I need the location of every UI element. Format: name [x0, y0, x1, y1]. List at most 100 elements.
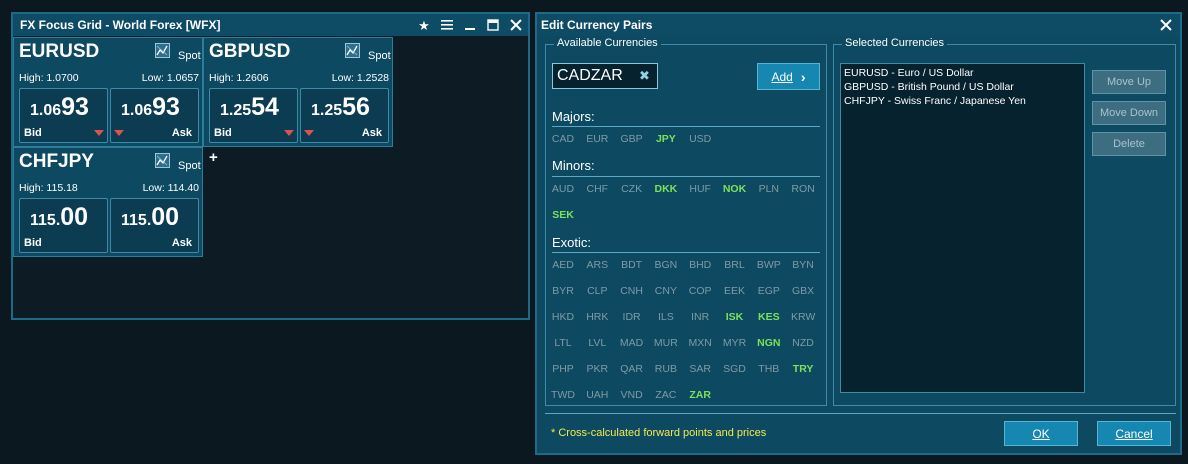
currency-bdt[interactable]: BDT: [615, 259, 649, 271]
currency-uah[interactable]: UAH: [580, 389, 614, 401]
currency-php[interactable]: PHP: [546, 363, 580, 375]
currency-hkd[interactable]: HKD: [546, 311, 580, 323]
currency-byr[interactable]: BYR: [546, 285, 580, 297]
currency-pkr[interactable]: PKR: [580, 363, 614, 375]
ok-button[interactable]: OK: [1004, 421, 1078, 446]
currency-ron[interactable]: RON: [786, 183, 820, 195]
ask-price-button[interactable]: 1.0693 Ask: [110, 88, 199, 143]
close-icon[interactable]: [508, 17, 524, 33]
move-up-button[interactable]: Move Up: [1092, 70, 1166, 94]
ask-price-button[interactable]: 115.00 Ask: [110, 198, 199, 253]
currency-kes[interactable]: KES: [752, 311, 786, 323]
bid-price-button[interactable]: 1.2554 Bid: [209, 88, 298, 143]
currency-cny[interactable]: CNY: [649, 285, 683, 297]
rate-tile-eurusd[interactable]: EURUSD Spot High: 1.0700 Low: 1.0657 1.0…: [13, 37, 203, 147]
currency-lvl[interactable]: LVL: [580, 337, 614, 349]
category-divider: [552, 176, 820, 177]
currency-bgn[interactable]: BGN: [649, 259, 683, 271]
ask-label: Ask: [361, 127, 382, 139]
currency-try[interactable]: TRY: [786, 363, 820, 375]
currency-zac[interactable]: ZAC: [649, 389, 683, 401]
currency-mxn[interactable]: MXN: [683, 337, 717, 349]
currency-gbx[interactable]: GBX: [786, 285, 820, 297]
currency-ars[interactable]: ARS: [580, 259, 614, 271]
currency-myr[interactable]: MYR: [718, 337, 752, 349]
fx-window-titlebar[interactable]: FX Focus Grid - World Forex [WFX] ★: [13, 14, 528, 36]
delete-button[interactable]: Delete: [1092, 132, 1166, 156]
currency-rub[interactable]: RUB: [649, 363, 683, 375]
rate-tile-chfjpy[interactable]: CHFJPY Spot High: 115.18 Low: 114.40 115…: [13, 147, 203, 257]
tile-spot-label: Spot: [178, 50, 201, 62]
currency-dkk[interactable]: DKK: [649, 183, 683, 195]
currency-bwp[interactable]: BWP: [752, 259, 786, 271]
dialog-title: Edit Currency Pairs: [541, 18, 653, 32]
currency-twd[interactable]: TWD: [546, 389, 580, 401]
currency-brl[interactable]: BRL: [718, 259, 752, 271]
currency-gbp[interactable]: GBP: [615, 133, 649, 145]
currency-qar[interactable]: QAR: [615, 363, 649, 375]
currency-aud[interactable]: AUD: [546, 183, 580, 195]
close-icon[interactable]: [1160, 16, 1172, 35]
currency-huf[interactable]: HUF: [683, 183, 717, 195]
currency-sgd[interactable]: SGD: [718, 363, 752, 375]
currency-egp[interactable]: EGP: [752, 285, 786, 297]
tile-low: Low: 114.40: [142, 182, 199, 194]
currency-usd[interactable]: USD: [683, 133, 717, 145]
currency-ils[interactable]: ILS: [649, 311, 683, 323]
list-item[interactable]: EURUSD - Euro / US Dollar: [844, 66, 1081, 80]
currency-clp[interactable]: CLP: [580, 285, 614, 297]
currency-idr[interactable]: IDR: [615, 311, 649, 323]
down-tick-icon: [94, 130, 104, 136]
add-tile-button[interactable]: +: [209, 149, 218, 166]
cancel-button[interactable]: Cancel: [1097, 421, 1171, 446]
currency-nzd[interactable]: NZD: [786, 337, 820, 349]
ask-price-button[interactable]: 1.2556 Ask: [300, 88, 389, 143]
star-icon[interactable]: ★: [416, 17, 432, 33]
move-down-button[interactable]: Move Down: [1092, 101, 1166, 125]
currency-eur[interactable]: EUR: [580, 133, 614, 145]
chart-icon[interactable]: [155, 153, 170, 168]
bid-label: Bid: [24, 127, 42, 139]
currency-sar[interactable]: SAR: [683, 363, 717, 375]
currency-pln[interactable]: PLN: [752, 183, 786, 195]
currency-hrk[interactable]: HRK: [580, 311, 614, 323]
currency-cnh[interactable]: CNH: [615, 285, 649, 297]
list-item[interactable]: CHFJPY - Swiss Franc / Japanese Yen: [844, 94, 1081, 108]
currency-cop[interactable]: COP: [683, 285, 717, 297]
currency-aed[interactable]: AED: [546, 259, 580, 271]
selected-currencies-list[interactable]: EURUSD - Euro / US Dollar GBPUSD - Briti…: [840, 63, 1085, 393]
currency-cad[interactable]: CAD: [546, 133, 580, 145]
currency-byn[interactable]: BYN: [786, 259, 820, 271]
chart-icon[interactable]: [155, 43, 170, 58]
currency-sek[interactable]: SEK: [546, 209, 580, 221]
currency-eek[interactable]: EEK: [718, 285, 752, 297]
currency-chf[interactable]: CHF: [580, 183, 614, 195]
minimize-icon[interactable]: [462, 17, 478, 33]
currency-isk[interactable]: ISK: [718, 311, 752, 323]
currency-mad[interactable]: MAD: [615, 337, 649, 349]
currency-zar[interactable]: ZAR: [683, 389, 717, 401]
currency-nok[interactable]: NOK: [718, 183, 752, 195]
currency-inr[interactable]: INR: [683, 311, 717, 323]
bid-price-button[interactable]: 115.00 Bid: [19, 198, 108, 253]
currency-ngn[interactable]: NGN: [752, 337, 786, 349]
rate-tile-gbpusd[interactable]: GBPUSD Spot High: 1.2606 Low: 1.2528 1.2…: [203, 37, 393, 147]
maximize-icon[interactable]: [485, 17, 501, 33]
ask-label: Ask: [171, 237, 192, 249]
bid-price-button[interactable]: 1.0693 Bid: [19, 88, 108, 143]
dialog-titlebar[interactable]: Edit Currency Pairs: [537, 14, 1180, 36]
currency-krw[interactable]: KRW: [786, 311, 820, 323]
add-button[interactable]: Add ›: [757, 63, 820, 90]
menu-icon[interactable]: [439, 17, 455, 33]
currency-jpy[interactable]: JPY: [649, 133, 683, 145]
list-item[interactable]: GBPUSD - British Pound / US Dollar: [844, 80, 1081, 94]
currency-vnd[interactable]: VND: [615, 389, 649, 401]
selected-currencies-group: Selected Currencies EURUSD - Euro / US D…: [833, 37, 1176, 406]
chart-icon[interactable]: [345, 43, 360, 58]
clear-icon[interactable]: ✖: [639, 68, 650, 84]
currency-czk[interactable]: CZK: [615, 183, 649, 195]
currency-bhd[interactable]: BHD: [683, 259, 717, 271]
currency-thb[interactable]: THB: [752, 363, 786, 375]
currency-ltl[interactable]: LTL: [546, 337, 580, 349]
currency-mur[interactable]: MUR: [649, 337, 683, 349]
